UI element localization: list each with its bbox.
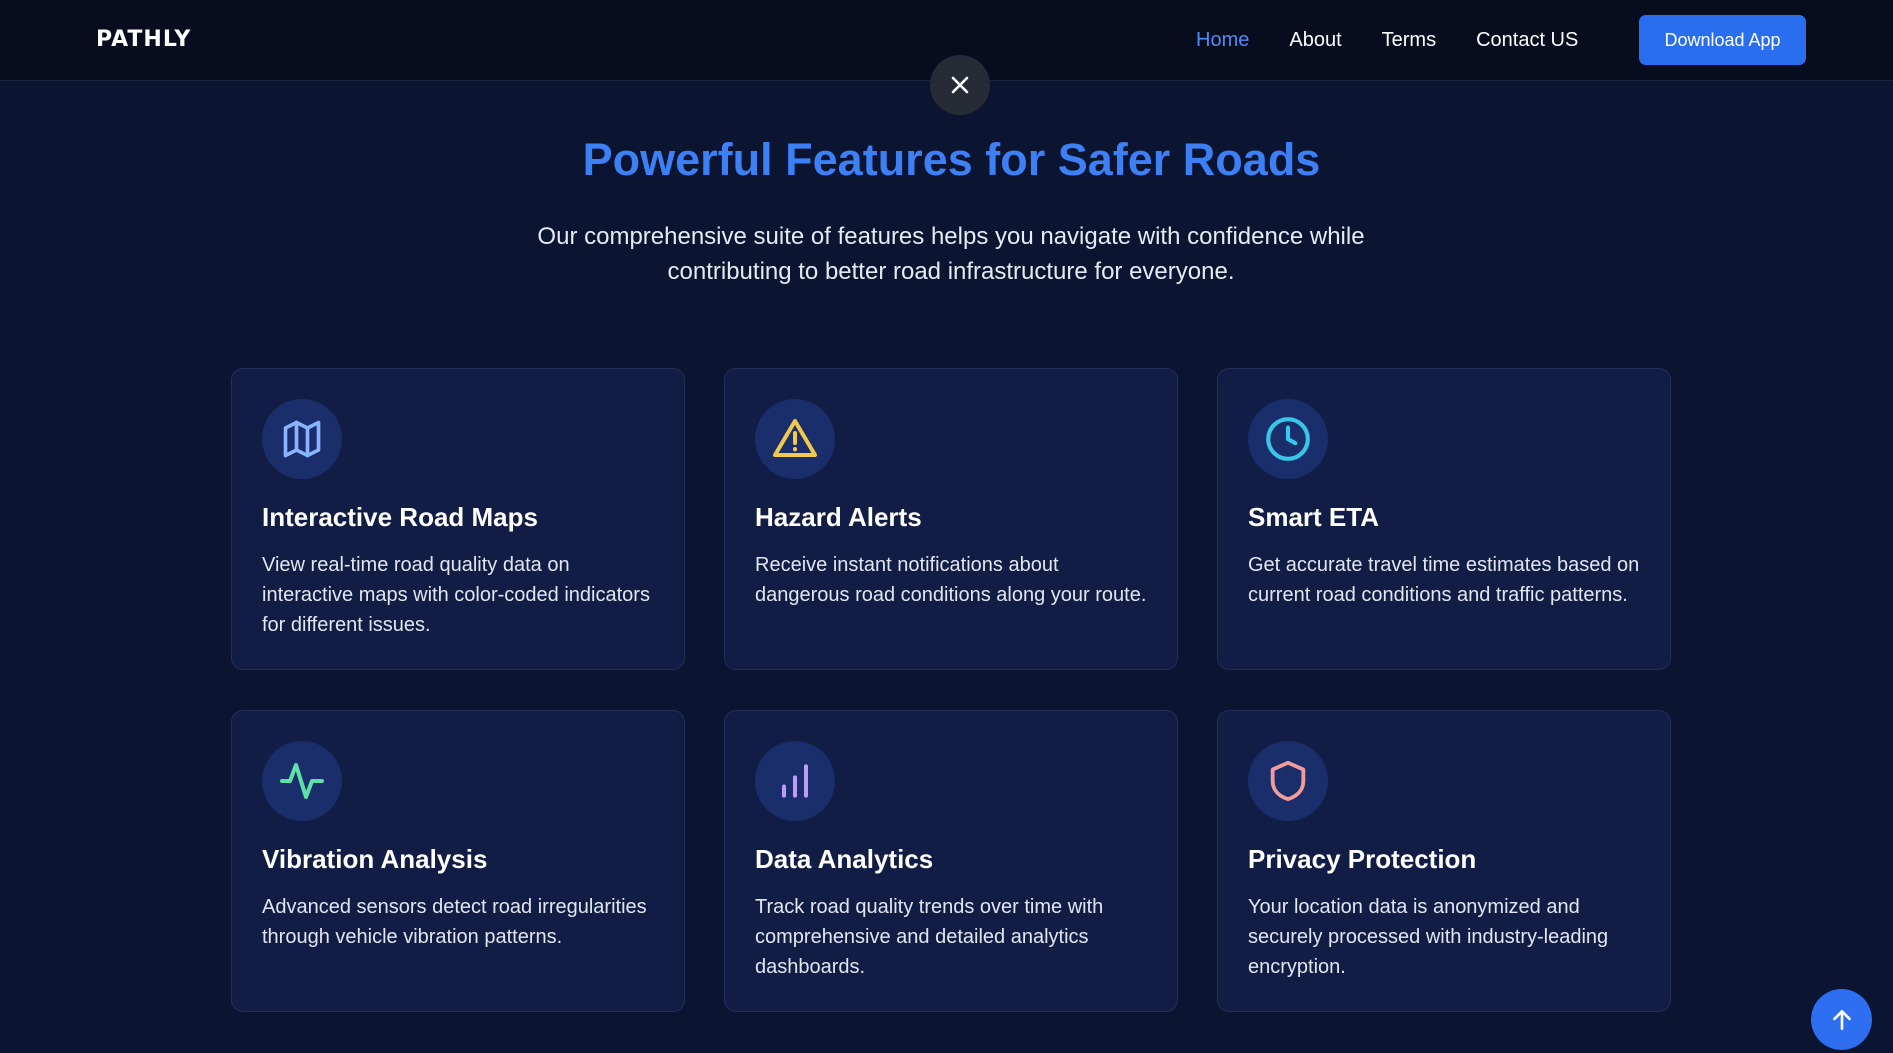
feature-title: Privacy Protection — [1248, 844, 1477, 874]
feature-card-data-analytics: Data Analytics Track road quality trends… — [724, 710, 1178, 1012]
bar-chart-icon — [781, 764, 809, 798]
nav-link-about[interactable]: About — [1289, 27, 1341, 53]
download-app-button[interactable]: Download App — [1639, 15, 1806, 65]
nav-link-terms[interactable]: Terms — [1382, 27, 1436, 53]
feature-description: Your location data is anonymized and sec… — [1248, 896, 1609, 978]
clock-icon — [1266, 417, 1310, 461]
close-icon — [951, 76, 969, 94]
feature-title: Smart ETA — [1248, 502, 1379, 532]
nav-link-home[interactable]: Home — [1196, 27, 1249, 53]
logo[interactable]: PATHLY — [96, 27, 191, 52]
feature-card-privacy-protection: Privacy Protection Your location data is… — [1217, 710, 1671, 1012]
warning-icon — [773, 419, 817, 457]
map-icon — [283, 420, 321, 458]
arrow-up-icon — [1832, 1009, 1851, 1030]
feature-card-hazard-alerts: Hazard Alerts Receive instant notificati… — [724, 368, 1178, 670]
feature-description: Receive instant notifications about dang… — [755, 554, 1147, 606]
feature-title: Hazard Alerts — [755, 502, 922, 532]
feature-description: View real-time road quality data on inte… — [262, 554, 650, 636]
feature-card-road-maps: Interactive Road Maps View real-time roa… — [231, 368, 685, 670]
section-subtitle: Our comprehensive suite of features help… — [537, 223, 1365, 285]
activity-icon — [280, 763, 324, 799]
scroll-to-top-button[interactable] — [1811, 989, 1872, 1050]
feature-title: Vibration Analysis — [262, 844, 488, 874]
feature-title: Interactive Road Maps — [262, 502, 538, 532]
feature-icon-container — [262, 741, 342, 821]
feature-icon-container — [1248, 741, 1328, 821]
close-button[interactable] — [930, 55, 990, 115]
feature-description: Track road quality trends over time with… — [755, 896, 1104, 978]
feature-icon-container — [755, 741, 835, 821]
feature-card-smart-eta: Smart ETA Get accurate travel time estim… — [1217, 368, 1671, 670]
feature-card-vibration-analysis: Vibration Analysis Advanced sensors dete… — [231, 710, 685, 1012]
feature-icon-container — [262, 399, 342, 479]
section-title: Powerful Features for Safer Roads — [582, 134, 1321, 185]
shield-icon — [1270, 760, 1306, 802]
feature-description: Advanced sensors detect road irregularit… — [262, 896, 647, 948]
nav-link-contact[interactable]: Contact US — [1476, 27, 1578, 53]
feature-icon-container — [755, 399, 835, 479]
feature-description: Get accurate travel time estimates based… — [1248, 554, 1640, 606]
feature-icon-container — [1248, 399, 1328, 479]
main-nav: Home About Terms Contact US — [1196, 27, 1618, 53]
feature-title: Data Analytics — [755, 844, 934, 874]
